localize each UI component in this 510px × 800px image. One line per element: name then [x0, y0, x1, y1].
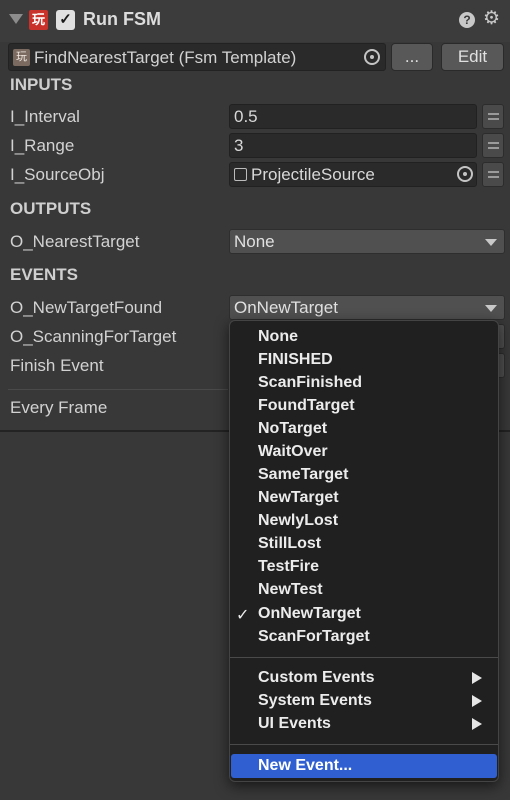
menu-item-newtarget[interactable]: NewTarget — [258, 489, 339, 507]
submenu-arrow-icon — [472, 672, 482, 684]
object-picker-icon[interactable] — [364, 49, 380, 65]
menu-item-waitover[interactable]: WaitOver — [258, 443, 328, 461]
menu-item-scanfortarget[interactable]: ScanForTarget — [258, 628, 370, 646]
playmaker-icon: 玩 — [29, 10, 48, 30]
section-events: EVENTS — [10, 265, 79, 284]
input-range-field[interactable]: 3 — [229, 133, 477, 158]
fsm-template-value: FindNearestTarget (Fsm Template) — [34, 48, 297, 67]
variable-toggle-icon[interactable] — [482, 133, 504, 158]
enable-checkbox[interactable]: ✓ — [56, 10, 75, 30]
variable-toggle-icon[interactable] — [482, 104, 504, 129]
menu-separator — [230, 657, 498, 658]
checkmark-icon: ✓ — [236, 607, 250, 624]
event-new-target-found-value: OnNewTarget — [234, 298, 338, 317]
chevron-down-icon — [485, 239, 497, 246]
input-interval-label: I_Interval — [10, 107, 80, 126]
input-sourceobj-label: I_SourceObj — [10, 165, 105, 184]
gameobject-icon — [234, 168, 247, 181]
divider — [8, 389, 228, 390]
menu-item-foundtarget[interactable]: FoundTarget — [258, 397, 355, 415]
fsm-template-field[interactable]: 玩 FindNearestTarget (Fsm Template) — [8, 43, 386, 71]
event-new-target-found-dropdown[interactable]: OnNewTarget — [229, 295, 505, 320]
menu-item-newtest[interactable]: NewTest — [258, 581, 323, 599]
menu-item-scanfinished[interactable]: ScanFinished — [258, 374, 362, 392]
submenu-arrow-icon — [472, 718, 482, 730]
finish-event-label: Finish Event — [10, 356, 104, 375]
input-interval-field[interactable]: 0.5 — [229, 104, 477, 129]
every-frame-label: Every Frame — [10, 398, 108, 417]
action-header: 玩 ✓ Run FSM ? ⚙ — [0, 0, 510, 42]
menu-item-custom-events[interactable]: Custom Events — [258, 669, 374, 687]
object-picker-icon[interactable] — [457, 166, 473, 182]
menu-item-none[interactable]: None — [258, 328, 298, 346]
output-nearest-target-label: O_NearestTarget — [10, 232, 140, 251]
foldout-arrow-icon[interactable] — [9, 14, 23, 24]
section-outputs: OUTPUTS — [10, 199, 92, 218]
section-inputs: INPUTS — [10, 75, 73, 94]
event-scanning-label: O_ScanningForTarget — [10, 327, 177, 346]
input-sourceobj-field[interactable]: ProjectileSource — [229, 162, 477, 187]
menu-item-sametarget[interactable]: SameTarget — [258, 466, 348, 484]
help-icon[interactable]: ? — [459, 12, 475, 28]
output-nearest-target-dropdown[interactable]: None — [229, 229, 505, 254]
menu-separator — [230, 744, 498, 745]
menu-item-notarget[interactable]: NoTarget — [258, 420, 327, 438]
menu-item-testfire[interactable]: TestFire — [258, 558, 319, 576]
output-nearest-target-value: None — [234, 232, 275, 251]
chevron-down-icon — [485, 305, 497, 312]
menu-item-newlylost[interactable]: NewlyLost — [258, 512, 338, 530]
menu-item-new-event[interactable]: New Event... — [258, 757, 352, 775]
input-range-label: I_Range — [10, 136, 75, 155]
menu-item-onnewtarget[interactable]: OnNewTarget — [258, 605, 361, 623]
more-button[interactable]: ... — [391, 43, 433, 71]
gear-icon[interactable]: ⚙ — [483, 9, 500, 29]
input-sourceobj-value: ProjectileSource — [251, 165, 375, 184]
menu-item-system-events[interactable]: System Events — [258, 692, 372, 710]
menu-item-ui-events[interactable]: UI Events — [258, 715, 331, 733]
event-popup-menu: None FINISHED ScanFinished FoundTarget N… — [229, 320, 499, 782]
edit-button[interactable]: Edit — [441, 43, 504, 71]
template-icon: 玩 — [13, 49, 30, 66]
menu-item-finished[interactable]: FINISHED — [258, 351, 333, 369]
action-title: Run FSM — [83, 9, 161, 29]
menu-item-stilllost[interactable]: StillLost — [258, 535, 321, 553]
event-new-target-found-label: O_NewTargetFound — [10, 298, 163, 317]
submenu-arrow-icon — [472, 695, 482, 707]
variable-toggle-icon[interactable] — [482, 162, 504, 187]
